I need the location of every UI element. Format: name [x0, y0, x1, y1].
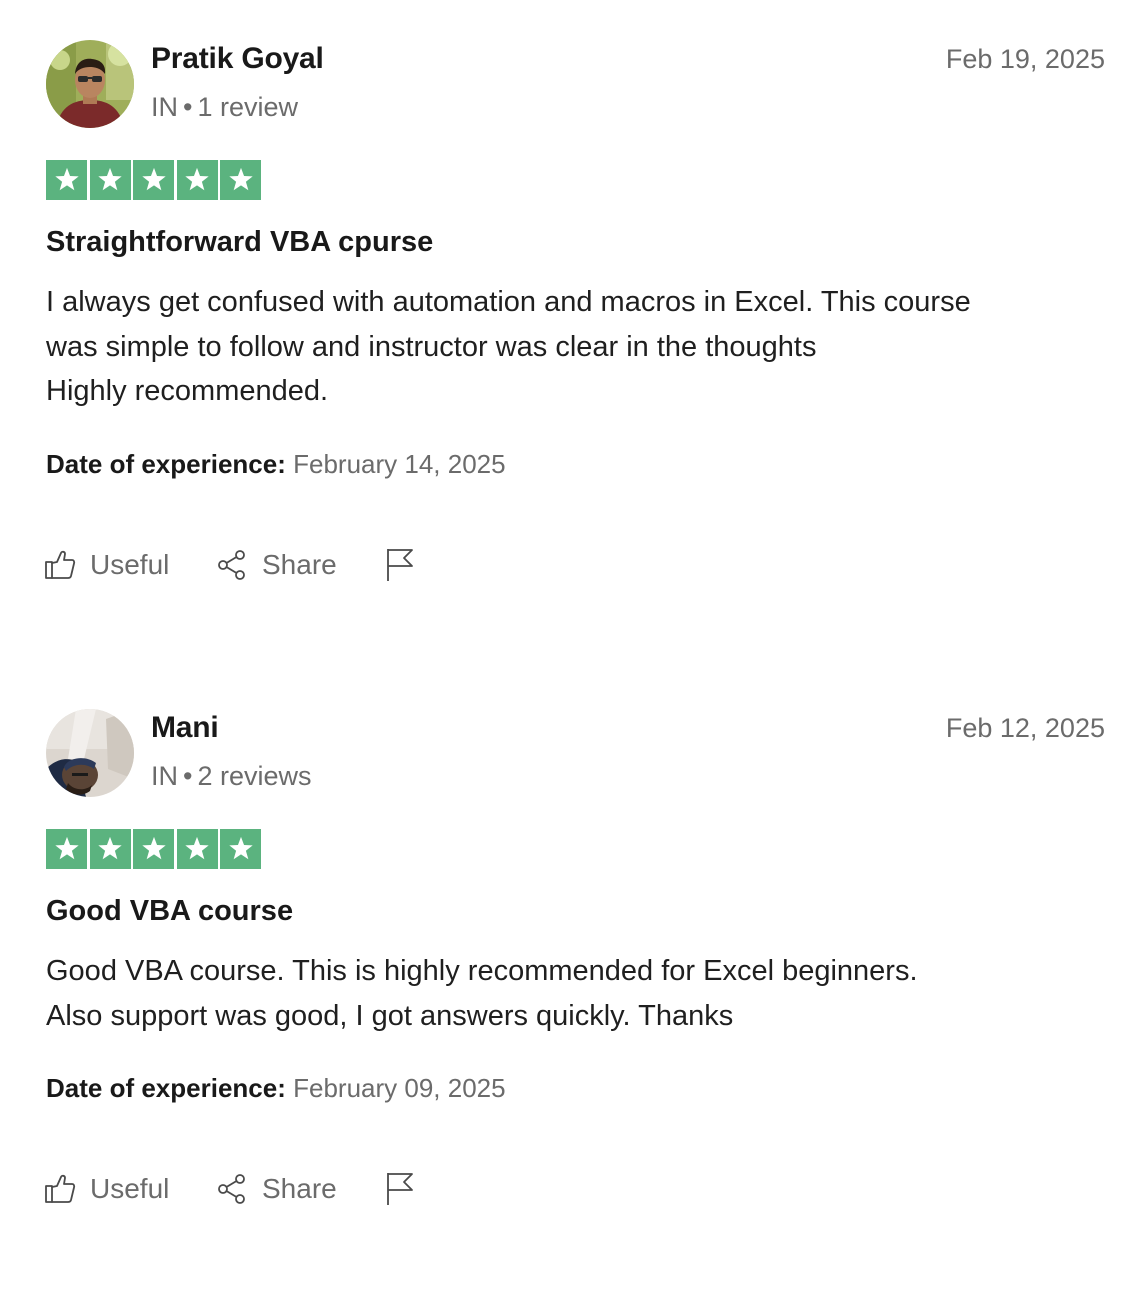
star-icon [89, 160, 131, 200]
date-of-experience: Date of experience: February 14, 2025 [46, 449, 506, 480]
review-body-line: Good VBA course. This is highly recommen… [46, 955, 918, 987]
reviewer-name[interactable]: Mani [151, 711, 219, 745]
experience-label: Date of experience: [46, 1073, 286, 1103]
avatar[interactable] [46, 40, 134, 128]
share-button[interactable]: Share [216, 545, 337, 585]
report-flag-button[interactable] [384, 545, 416, 585]
review-card: Mani IN • 2 reviews Feb 12, 2025 Good VBA … [0, 669, 1130, 1309]
review-body: I always get confused with automation an… [46, 280, 1116, 414]
review-card: Pratik Goyal IN • 1 review Feb 19, 2025 St… [0, 0, 1130, 640]
star-icon [133, 829, 174, 869]
review-title[interactable]: Good VBA course [46, 895, 293, 928]
reviewer-meta: IN • 1 review [151, 92, 298, 123]
experience-label: Date of experience: [46, 449, 286, 479]
reviewer-name[interactable]: Pratik Goyal [151, 42, 324, 76]
star-icon [220, 829, 261, 869]
useful-button[interactable]: Useful [44, 1169, 169, 1209]
star-icon [133, 160, 174, 200]
star-rating [46, 829, 261, 869]
experience-value: February 09, 2025 [293, 1073, 506, 1103]
report-flag-button[interactable] [384, 1169, 416, 1209]
review-title[interactable]: Straightforward VBA cpurse [46, 226, 433, 259]
reviewer-review-count: 2 reviews [197, 761, 312, 791]
review-body-line: Also support was good, I got answers qui… [46, 999, 734, 1032]
share-label: Share [262, 549, 337, 580]
useful-label: Useful [90, 549, 170, 580]
share-icon [216, 1173, 248, 1205]
share-label: Share [262, 1173, 337, 1204]
share-icon [216, 549, 248, 581]
useful-label: Useful [90, 1173, 170, 1204]
experience-value: February 14, 2025 [293, 449, 506, 479]
reviewer-country: IN [151, 92, 178, 122]
date-of-experience: Date of experience: February 09, 2025 [46, 1073, 506, 1104]
reviewer-meta: IN • 2 reviews [151, 761, 312, 792]
review-body-line: Highly recommended. [46, 375, 329, 407]
star-icon [176, 829, 218, 869]
meta-separator: • [183, 761, 193, 791]
star-rating [46, 160, 261, 200]
avatar-photo [46, 40, 134, 128]
review-date: Feb 12, 2025 [945, 713, 1105, 743]
thumbs-up-icon [44, 549, 76, 581]
avatar-photo [46, 709, 134, 797]
review-body-line: was simple to follow and instructor was … [46, 330, 817, 363]
meta-separator: • [183, 92, 193, 122]
review-actions: Useful Share [44, 1169, 444, 1209]
share-button[interactable]: Share [216, 1169, 337, 1209]
review-date: Feb 19, 2025 [945, 44, 1105, 74]
flag-icon [384, 547, 416, 583]
star-icon [89, 829, 131, 869]
flag-icon [384, 1171, 416, 1207]
useful-button[interactable]: Useful [44, 545, 169, 585]
star-icon [46, 829, 87, 869]
avatar[interactable] [46, 709, 134, 797]
review-body: Good VBA course. This is highly recommen… [46, 949, 1116, 1038]
review-body-line: I always get confused with automation an… [46, 286, 971, 318]
star-icon [220, 160, 261, 200]
thumbs-up-icon [44, 1173, 76, 1205]
reviewer-review-count: 1 review [197, 92, 298, 122]
reviewer-country: IN [151, 761, 178, 791]
star-icon [176, 160, 218, 200]
review-actions: Useful Share [44, 545, 444, 585]
star-icon [46, 160, 87, 200]
